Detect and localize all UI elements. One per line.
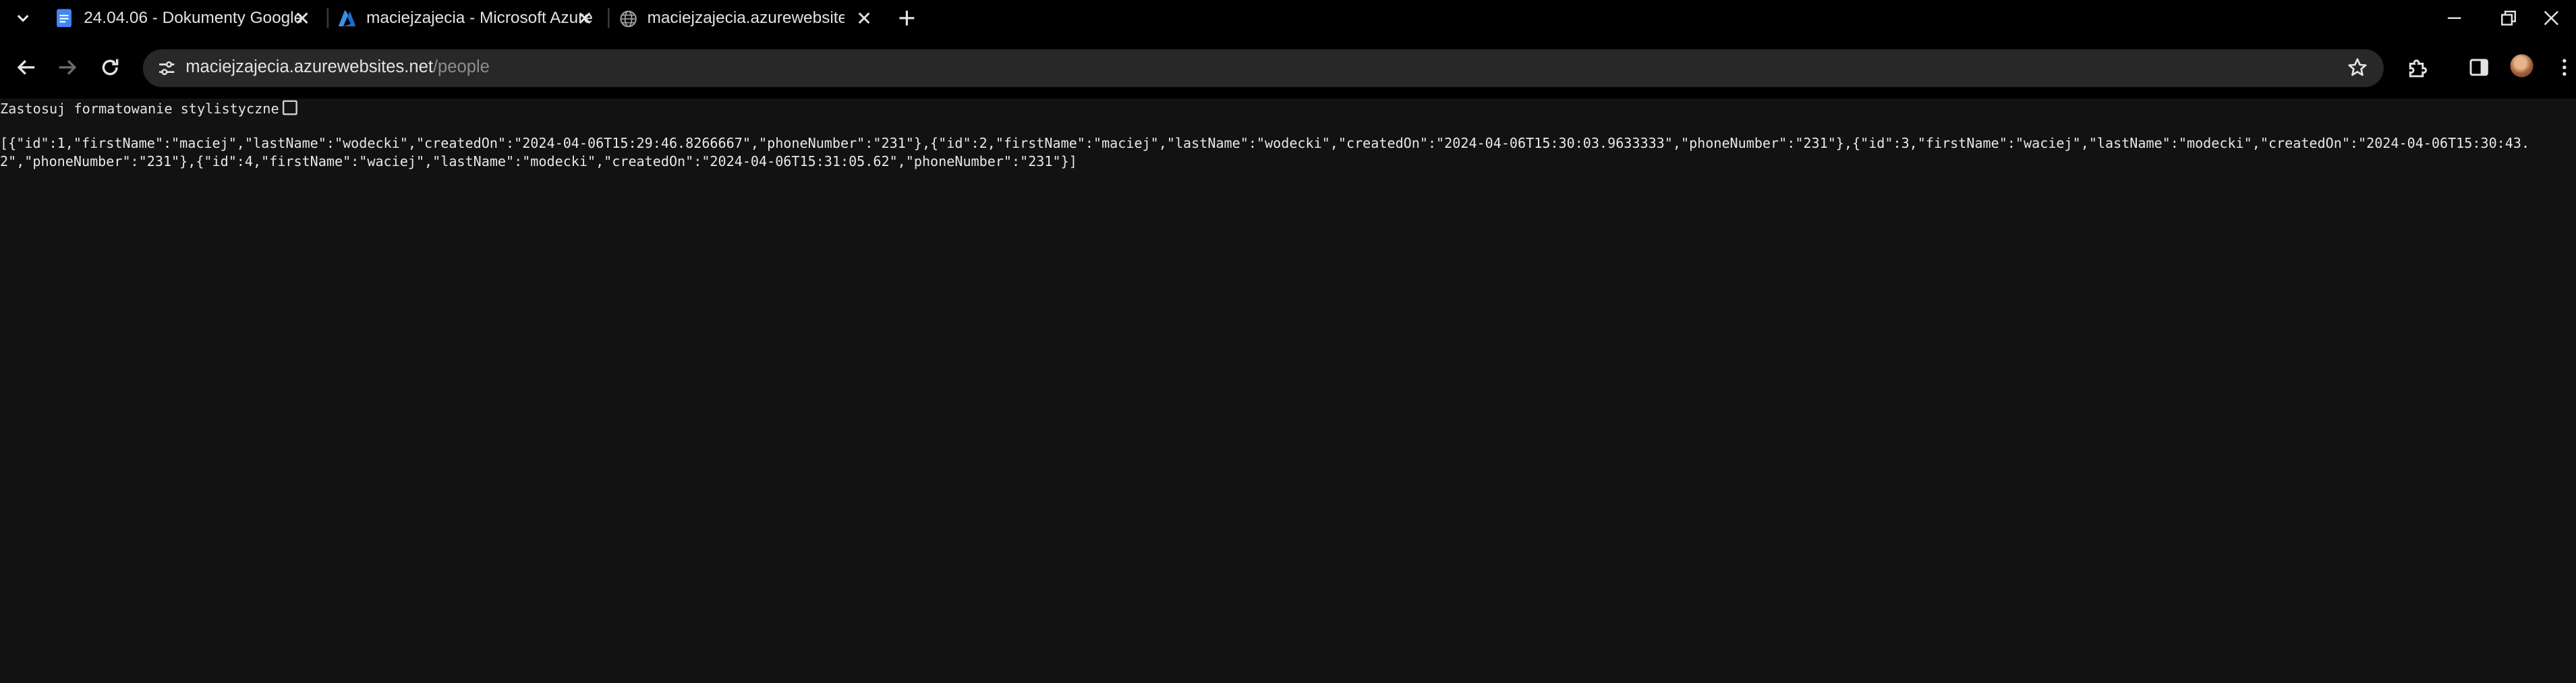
close-window-button[interactable] (2523, 0, 2576, 36)
puzzle-icon (2408, 59, 2426, 77)
bookmark-button[interactable] (2344, 54, 2370, 80)
arrow-left-icon (17, 59, 35, 75)
url-path: /people (432, 57, 490, 78)
back-button[interactable] (13, 54, 39, 80)
pretty-print-toggle[interactable]: Zastosuj formatowanie stylistyczne (0, 99, 297, 117)
tab-strip: 24.04.06 - Dokumenty Google maciejzajeci… (0, 0, 2576, 36)
minimize-button[interactable] (2426, 0, 2482, 36)
star-icon (2348, 58, 2367, 76)
url-text[interactable]: maciejzajecia.azurewebsites.net/people (185, 57, 490, 79)
google-docs-icon (54, 8, 74, 28)
site-info-button[interactable] (153, 54, 179, 80)
close-tab-icon[interactable] (573, 7, 596, 30)
browser-window: 24.04.06 - Dokumenty Google maciejzajeci… (0, 0, 2576, 683)
tab-search-button[interactable] (10, 5, 36, 31)
arrow-right-icon (59, 59, 77, 75)
url-host: maciejzajecia.azurewebsites.net (185, 57, 433, 78)
profile-avatar[interactable] (2510, 54, 2534, 78)
address-bar[interactable]: maciejzajecia.azurewebsites.net/people (142, 49, 2384, 88)
minimize-icon (2447, 17, 2461, 20)
side-panel-icon (2469, 59, 2488, 76)
azure-icon (337, 8, 356, 28)
side-panel-button[interactable] (2466, 54, 2492, 80)
new-tab-button[interactable] (894, 5, 920, 31)
tab-separator (608, 8, 610, 28)
tab-separator (326, 8, 329, 28)
forward-button[interactable] (54, 54, 80, 80)
extensions-button[interactable] (2403, 54, 2430, 80)
chevron-down-icon (17, 15, 29, 22)
browser-menu-button[interactable] (2551, 54, 2576, 80)
browser-toolbar: maciejzajecia.azurewebsites.net/people (0, 36, 2576, 99)
tab-title: 24.04.06 - Dokumenty Google (84, 9, 304, 28)
close-icon (2544, 11, 2558, 26)
tune-icon (158, 60, 174, 75)
close-tab-icon[interactable] (853, 7, 876, 30)
plus-icon (899, 10, 915, 26)
json-response-body: [{"id":1,"firstName":"maciej","lastName"… (0, 134, 2530, 169)
reload-button[interactable] (97, 54, 123, 80)
pretty-print-checkbox[interactable] (282, 100, 297, 115)
close-tab-icon[interactable] (291, 7, 314, 30)
tab-google-docs[interactable]: 24.04.06 - Dokumenty Google (54, 0, 317, 36)
tab-title: maciejzajecia - Microsoft Azure (366, 9, 593, 28)
pretty-print-label: Zastosuj formatowanie stylistyczne (0, 99, 279, 116)
reload-icon (102, 59, 119, 76)
tab-azure[interactable]: maciejzajecia - Microsoft Azure (337, 0, 600, 36)
restore-icon (2501, 10, 2516, 26)
tab-title: maciejzajecia.azurewebsites.net (647, 9, 845, 28)
globe-icon (618, 8, 637, 28)
page-content: Zastosuj formatowanie stylistyczne [{"id… (0, 99, 2576, 683)
more-vertical-icon (2563, 59, 2567, 76)
tab-active-site[interactable]: maciejzajecia.azurewebsites.net (618, 0, 881, 36)
